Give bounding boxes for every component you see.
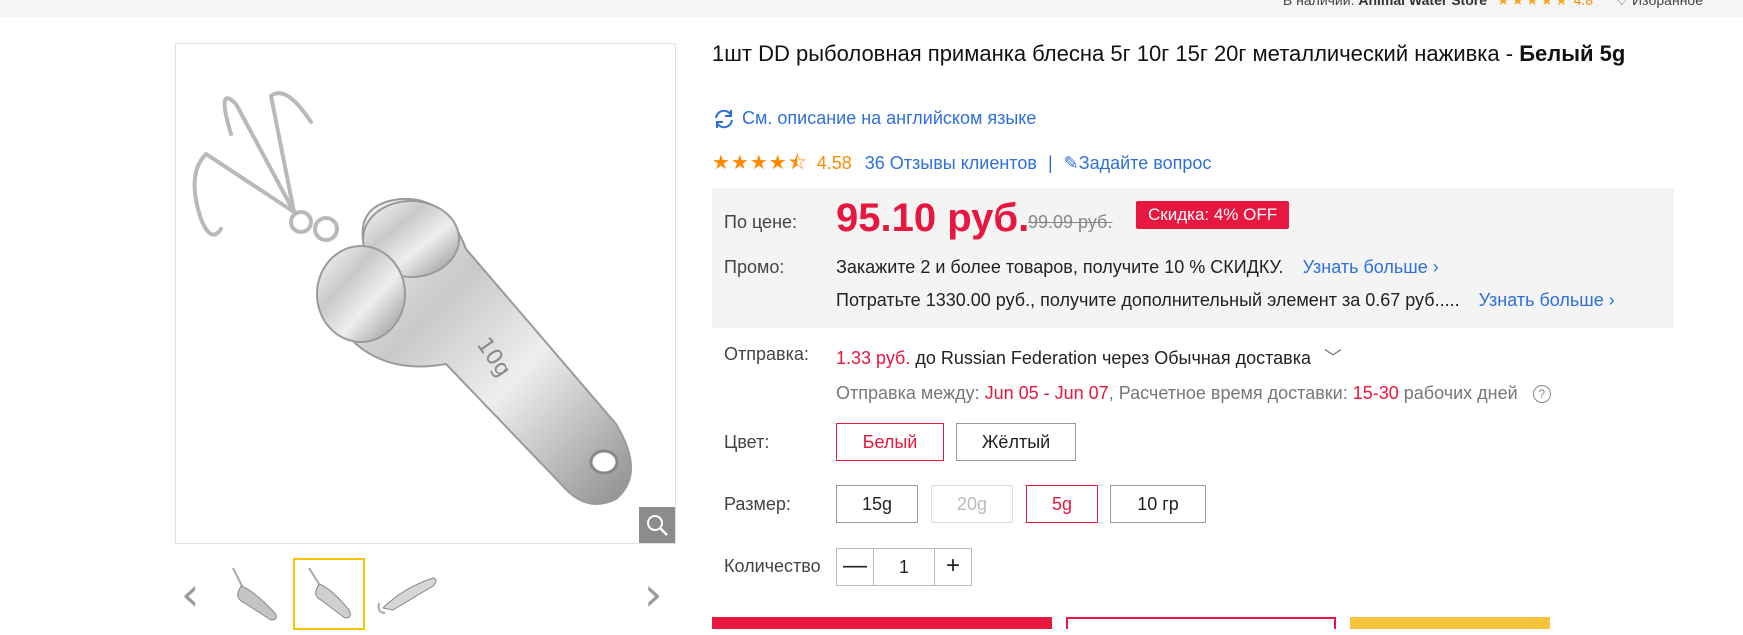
fishing-lure-image: 10g (192, 91, 632, 505)
price-box: По цене: 95.10 руб. 99.09 руб. Скидка: 4… (712, 188, 1674, 328)
promo-line-1: Закажите 2 и более товаров, получите 10 … (836, 257, 1439, 278)
store-info: В наличии: Animal Water Store ★★★★★ 4.8 (1283, 0, 1593, 9)
promo-line-2: Потратьте 1330.00 руб., получите дополни… (836, 290, 1615, 311)
rating-stars: ★★★★⯪ (712, 152, 808, 174)
favorites-link[interactable]: ♡ Избранное (1616, 0, 1703, 9)
add-to-cart-button[interactable] (1066, 617, 1336, 629)
main-product-image[interactable]: 10g (175, 43, 676, 544)
learn-more-link-1[interactable]: Узнать больше › (1303, 257, 1439, 277)
store-name-link[interactable]: Animal Water Store (1358, 0, 1487, 8)
shipping-method[interactable]: 1.33 руб. до Russian Federation через Об… (836, 344, 1342, 370)
thumbnail-2-active[interactable] (293, 558, 365, 630)
quantity-input[interactable]: 1 (873, 548, 935, 586)
ship-time-prefix: Отправка между: (836, 383, 980, 403)
pen-icon: ✎ (1063, 153, 1079, 173)
thumbnail-1[interactable] (213, 558, 285, 630)
thumbnail-lure-image (232, 567, 277, 621)
size-label: Размер: (724, 494, 791, 514)
heart-icon: ♡ (1615, 0, 1629, 8)
size-option-20g[interactable]: 20g (931, 485, 1013, 523)
rating-score: 4.58 (816, 153, 852, 173)
store-stars: ★★★★★ (1496, 0, 1570, 8)
buy-now-button[interactable] (712, 617, 1052, 629)
chevron-down-icon: ﹀ (1324, 348, 1342, 368)
promo-text-1: Закажите 2 и более товаров, получите 10 … (836, 257, 1284, 277)
promo-label: Промо: (724, 257, 785, 277)
promo-text-2: Потратьте 1330.00 руб., получите дополни… (836, 290, 1460, 310)
separator: | (1047, 153, 1053, 173)
chevron-right-icon[interactable]: › (644, 571, 668, 617)
thumbnail-strip: ‹ › (175, 556, 676, 630)
chevron-right-icon: › (1608, 290, 1615, 310)
color-option-white[interactable]: Белый (836, 423, 944, 461)
title-variant: Белый 5g (1519, 41, 1626, 66)
thumbnail-3[interactable] (373, 558, 445, 630)
est-suffix: рабочих дней (1403, 383, 1518, 403)
est-prefix: Расчетное время доставки: (1118, 383, 1348, 403)
price-label: По цене: (724, 212, 798, 232)
translate-label: См. описание на английском языке (742, 108, 1037, 128)
thumbnail-lure-image (377, 577, 437, 614)
thumbnail-lure-image (308, 567, 351, 619)
store-rating: 4.8 (1573, 0, 1593, 8)
favorites-label: Избранное (1632, 0, 1703, 8)
ask-question-link[interactable]: Задайте вопрос (1079, 153, 1212, 173)
translate-link[interactable]: См. описание на английском языке (712, 108, 1036, 129)
reviews-link[interactable]: 36 Отзывы клиентов (865, 153, 1037, 173)
ship-dates: Jun 05 - Jun 07 (984, 383, 1109, 403)
title-main: 1шт DD рыболовная приманка блесна 5г 10г… (712, 41, 1520, 66)
quantity-label: Количество (724, 556, 821, 576)
learn-more-label: Узнать больше (1478, 290, 1604, 310)
size-option-15g[interactable]: 15g (836, 485, 918, 523)
color-label: Цвет: (724, 432, 770, 452)
size-option-5g[interactable]: 5g (1026, 485, 1098, 523)
zoom-button[interactable] (639, 507, 675, 543)
shipping-label: Отправка: (724, 344, 809, 364)
shipping-cost: 1.33 руб. (836, 348, 911, 368)
shipping-time: Отправка между: Jun 05 - Jun 07, Расчетн… (836, 383, 1551, 404)
shipping-text: до Russian Federation через Обычная дост… (915, 348, 1311, 368)
learn-more-link-2[interactable]: Узнать больше › (1479, 290, 1615, 310)
current-price: 95.10 руб. (836, 196, 1030, 240)
old-price: 99.09 руб. (1028, 212, 1113, 232)
size-option-10g[interactable]: 10 гр (1110, 485, 1206, 523)
rating-row: ★★★★⯪ 4.58 36 Отзывы клиентов | ✎Задайте… (712, 148, 1211, 182)
top-bar: В наличии: Animal Water Store ★★★★★ 4.8 … (0, 0, 1743, 17)
chevron-left-icon[interactable]: ‹ (181, 571, 205, 617)
increase-button[interactable]: + (934, 548, 972, 586)
store-prefix: В наличии: (1282, 0, 1355, 8)
coupon-banner[interactable] (1350, 617, 1550, 629)
est-days: 15-30 (1352, 383, 1399, 403)
decrease-button[interactable]: — (836, 548, 874, 586)
magnifier-icon (647, 515, 668, 536)
chevron-right-icon: › (1432, 257, 1439, 277)
learn-more-label: Узнать больше (1302, 257, 1428, 277)
color-option-yellow[interactable]: Жёлтый (956, 423, 1076, 461)
refresh-icon (715, 110, 733, 129)
discount-badge: Скидка: 4% OFF (1136, 201, 1290, 229)
help-icon[interactable]: ? (1532, 385, 1551, 404)
product-title: 1шт DD рыболовная приманка блесна 5г 10г… (712, 42, 1672, 66)
